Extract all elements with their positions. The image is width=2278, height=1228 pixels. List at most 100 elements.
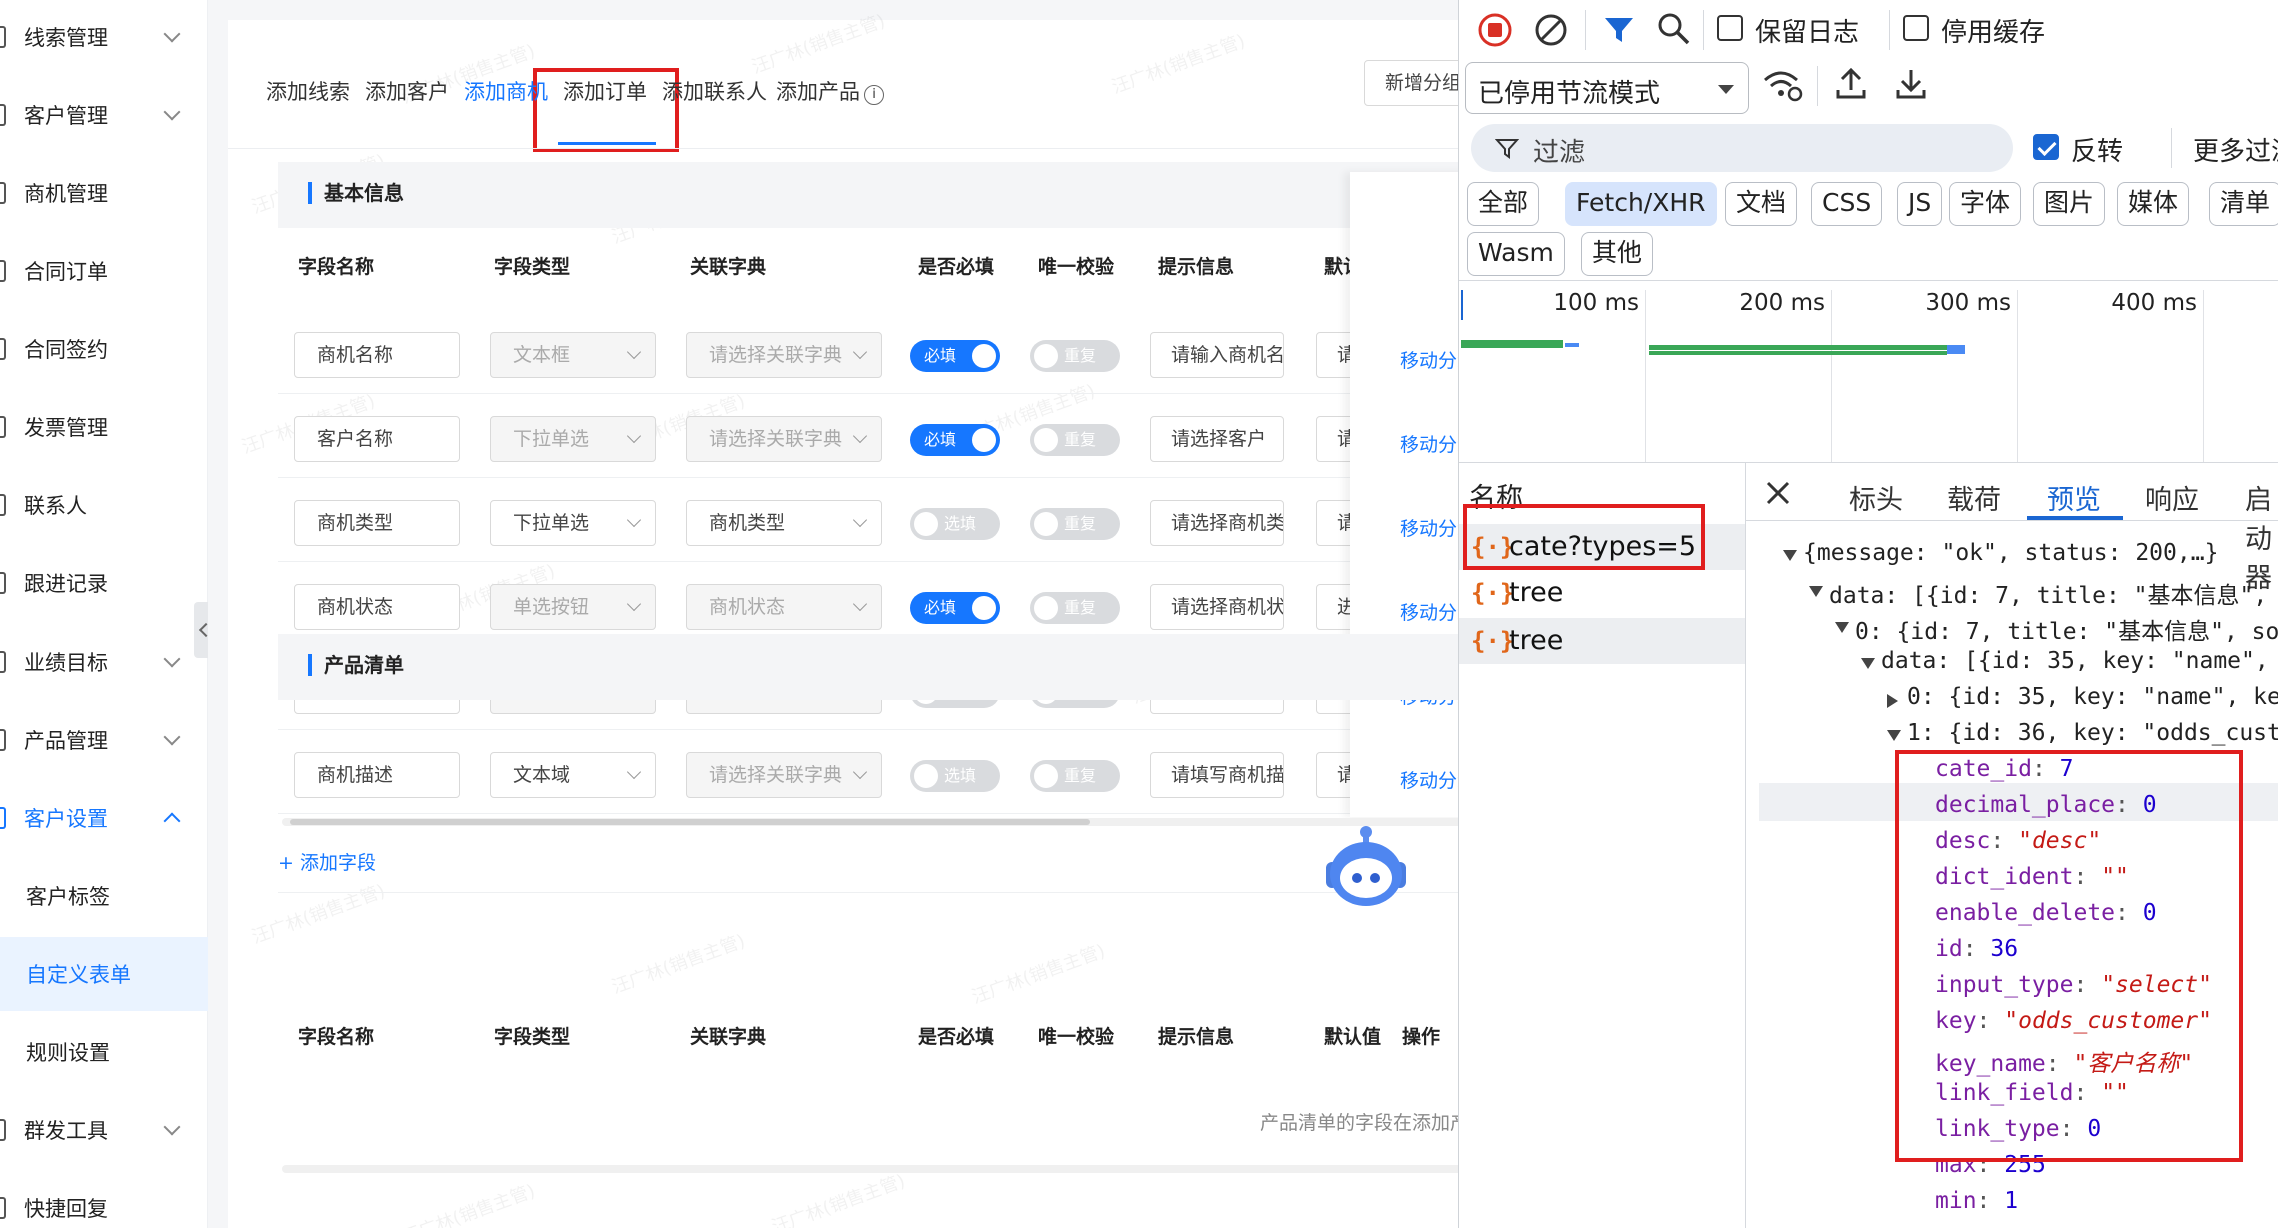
required-toggle[interactable]: 选填 <box>910 760 1000 792</box>
add-field-link[interactable]: + 添加字段 <box>278 848 376 875</box>
sidebar-item[interactable]: 商机管理 <box>0 156 208 230</box>
tab-label: 添加线索 <box>266 80 350 104</box>
detail-tab[interactable]: 预览 <box>2047 478 2101 517</box>
import-har-icon[interactable] <box>1833 66 1869 102</box>
sidebar-item[interactable]: 产品管理 <box>0 703 208 777</box>
filter-chip[interactable]: 图片 <box>2033 182 2106 226</box>
disable-cache-checkbox[interactable] <box>1903 15 1929 41</box>
sidebar-item[interactable]: 客户管理 <box>0 78 208 152</box>
filter-chip[interactable]: Wasm <box>1467 232 1565 276</box>
tab[interactable]: 添加客户 <box>365 76 449 106</box>
tab[interactable]: 添加联系人 <box>662 76 767 106</box>
move-group-link[interactable]: 移动分组 <box>1400 430 1458 457</box>
unique-toggle[interactable]: 重复 <box>1030 760 1120 792</box>
filter-chip[interactable]: Fetch/XHR <box>1565 182 1717 226</box>
invert-label: 反转 <box>2071 137 2124 167</box>
tab[interactable]: 添加产品 i <box>776 76 884 106</box>
dictionary-select[interactable]: 商机类型 <box>686 500 882 546</box>
field-type-select[interactable]: 文本域 <box>490 752 656 798</box>
preserve-log-checkbox[interactable] <box>1717 15 1743 41</box>
tip-input[interactable]: 请选择客户 <box>1150 416 1284 462</box>
split-divider[interactable] <box>1745 462 1746 1228</box>
tab[interactable]: 添加订单 <box>563 76 647 106</box>
expand-down-icon[interactable] <box>1887 730 1901 741</box>
field-name-input[interactable]: 商机状态 <box>294 584 460 630</box>
close-icon[interactable] <box>1763 478 1793 508</box>
filter-chip[interactable]: 媒体 <box>2117 182 2190 226</box>
expand-down-icon[interactable] <box>1861 658 1875 669</box>
move-group-link[interactable]: 移动分组 <box>1400 346 1458 373</box>
sidebar-item[interactable]: 合同订单 <box>0 234 208 308</box>
field-name-input[interactable]: 商机描述 <box>294 752 460 798</box>
search-icon[interactable] <box>1655 10 1693 48</box>
expand-down-icon[interactable] <box>1835 622 1849 633</box>
sidebar-item[interactable]: 业绩目标 <box>0 625 208 699</box>
export-har-icon[interactable] <box>1893 66 1929 102</box>
field-name-input[interactable]: 商机类型 <box>294 500 460 546</box>
field-name-input[interactable]: 商机名称 <box>294 332 460 378</box>
request-row[interactable]: {·} tree <box>1459 570 1745 616</box>
new-group-button[interactable]: 新增分组 <box>1364 60 1458 106</box>
move-group-link[interactable]: 移动分组 <box>1400 766 1458 793</box>
tip-input[interactable]: 请选择商机状态 <box>1150 584 1284 630</box>
field-type-select[interactable]: 下拉单选 <box>490 500 656 546</box>
sidebar-item[interactable]: 发票管理 <box>0 390 208 464</box>
filter-chip[interactable]: 文档 <box>1725 182 1798 226</box>
toolbar-separator <box>1585 10 1586 50</box>
field-name-input[interactable]: 客户名称 <box>294 416 460 462</box>
sidebar-item[interactable]: 规则设置 <box>0 1015 208 1089</box>
network-conditions-icon[interactable] <box>1761 66 1805 106</box>
sidebar-item-label: 客户管理 <box>24 104 108 128</box>
unique-toggle[interactable]: 重复 <box>1030 592 1120 624</box>
filter-chip[interactable]: 其他 <box>1581 232 1654 276</box>
expand-right-icon[interactable] <box>1887 694 1898 708</box>
sidebar-item[interactable]: 线索管理 <box>0 0 208 74</box>
move-group-link[interactable]: 移动分组 <box>1400 598 1458 625</box>
sidebar-item[interactable]: 客户标签 <box>0 859 208 933</box>
detail-tab[interactable]: 载荷 <box>1947 478 2001 517</box>
detail-tab[interactable]: 标头 <box>1849 478 1903 517</box>
dictionary-select: 请选择关联字典 <box>686 416 882 462</box>
filter-chip[interactable]: 清单 <box>2209 182 2278 226</box>
filter-funnel-icon[interactable] <box>1601 12 1637 48</box>
sidebar-item[interactable]: 联系人 <box>0 468 208 542</box>
detail-tab[interactable]: 响应 <box>2145 478 2199 517</box>
filter-chip[interactable]: 全部 <box>1467 182 1540 226</box>
unique-toggle[interactable]: 重复 <box>1030 508 1120 540</box>
tab-active[interactable]: 添加商机 <box>464 76 548 106</box>
required-toggle[interactable]: 必填 <box>910 592 1000 624</box>
more-filters-dropdown[interactable]: 更多过滤 <box>2193 131 2278 168</box>
tab[interactable]: 添加线索 <box>266 76 350 106</box>
filter-input[interactable]: 过滤 <box>1471 124 2013 172</box>
request-row[interactable]: {·} tree <box>1459 618 1745 664</box>
sidebar-item[interactable]: 自定义表单 <box>0 937 208 1011</box>
invert-checkbox[interactable] <box>2033 134 2059 160</box>
throttle-select[interactable]: 已停用节流模式 <box>1465 62 1749 114</box>
sidebar-item[interactable]: 合同签约 <box>0 312 208 386</box>
unique-toggle[interactable]: 重复 <box>1030 340 1120 372</box>
expand-down-icon[interactable] <box>1783 550 1797 561</box>
table-scrollbar-thumb[interactable] <box>290 819 1090 825</box>
sidebar-item[interactable]: 客户设置 <box>0 781 208 855</box>
expand-down-icon[interactable] <box>1809 586 1823 597</box>
assistant-robot-icon[interactable] <box>1316 818 1416 918</box>
sidebar-item[interactable]: 快捷回复 <box>0 1171 208 1228</box>
sidebar-item[interactable]: 跟进记录 <box>0 546 208 620</box>
move-group-link[interactable]: 移动分组 <box>1400 514 1458 541</box>
filter-chip[interactable]: JS <box>1897 182 1943 226</box>
required-toggle-label: 选填 <box>944 514 977 533</box>
tip-input[interactable]: 请填写商机描述 <box>1150 752 1284 798</box>
product-table-scrollbar[interactable] <box>282 1165 1458 1173</box>
tip-input[interactable]: 请输入商机名称 <box>1150 332 1284 378</box>
tip-input[interactable]: 请选择商机类型 <box>1150 500 1284 546</box>
unique-toggle[interactable]: 重复 <box>1030 424 1120 456</box>
sidebar-item[interactable]: 群发工具 <box>0 1093 208 1167</box>
record-stop-icon[interactable] <box>1477 12 1513 48</box>
required-toggle[interactable]: 必填 <box>910 424 1000 456</box>
required-toggle[interactable]: 必填 <box>910 340 1000 372</box>
column-header: 默认值 <box>1324 1026 1382 1048</box>
filter-chip[interactable]: CSS <box>1811 182 1883 226</box>
required-toggle[interactable]: 选填 <box>910 508 1000 540</box>
clear-icon[interactable] <box>1533 12 1569 48</box>
filter-chip[interactable]: 字体 <box>1949 182 2022 226</box>
